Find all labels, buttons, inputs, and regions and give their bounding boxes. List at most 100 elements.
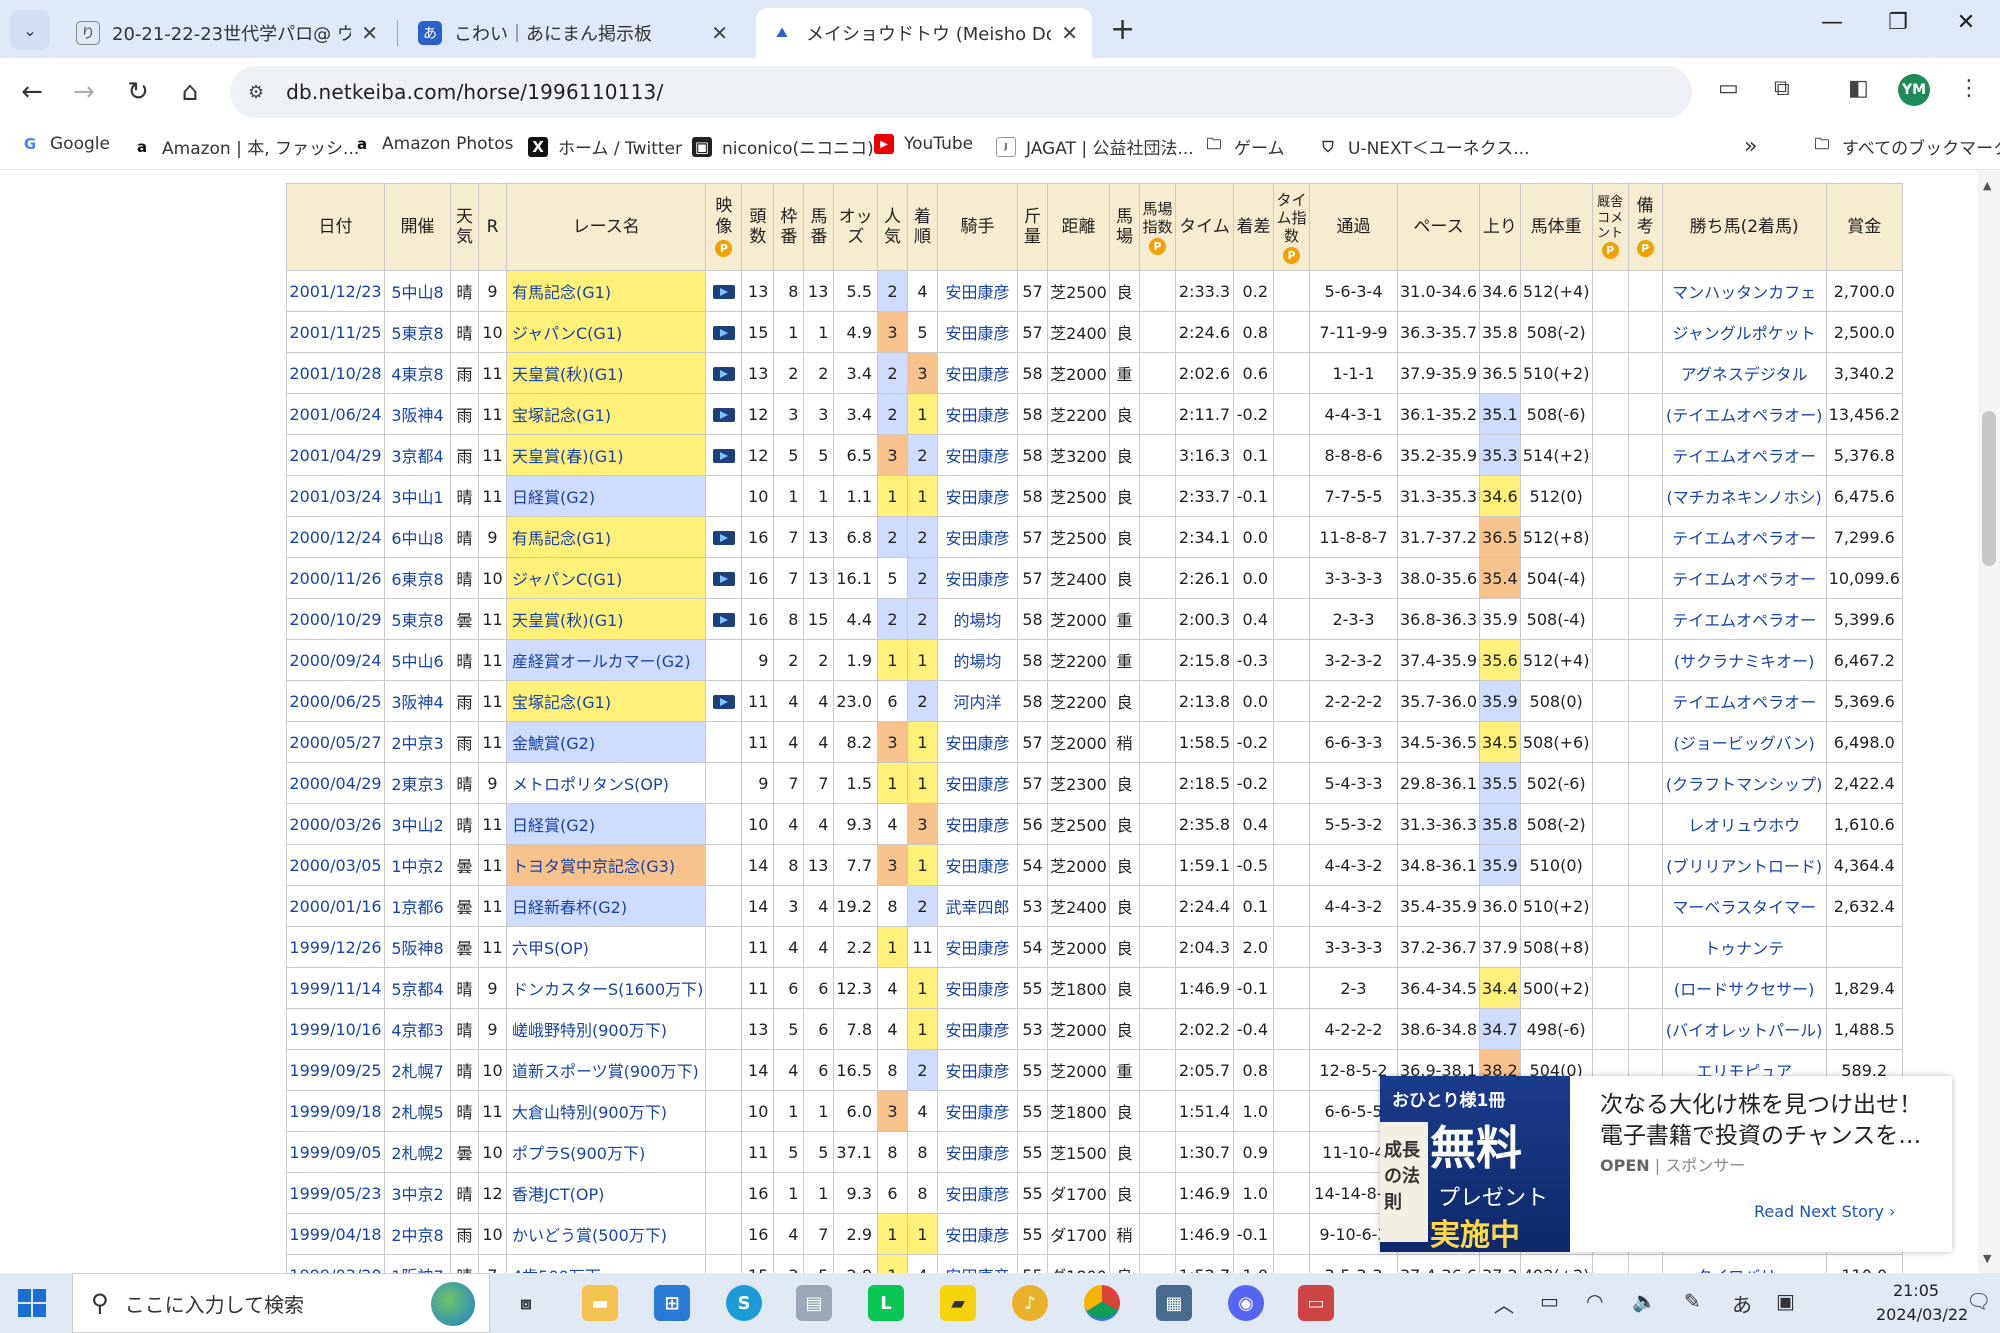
bookmark-amazon-photos[interactable]: a Amazon Photos — [352, 134, 514, 154]
cell-jockey[interactable]: 安田康彦 — [937, 1131, 1018, 1173]
cell-jockey[interactable]: 安田康彦 — [937, 1008, 1018, 1050]
video-icon[interactable] — [712, 285, 735, 299]
cell-jockey[interactable]: 安田康彦 — [937, 270, 1018, 312]
cell-date[interactable]: 2000/06/25 — [286, 680, 385, 722]
cell-race-name[interactable]: 金鯱賞(G2) — [505, 721, 707, 763]
bookmark-amazon[interactable]: a Amazon | 本, ファッシ... — [132, 134, 359, 160]
reload-button[interactable]: ↻ — [118, 72, 158, 112]
cell-jockey[interactable]: 安田康彦 — [937, 1213, 1018, 1255]
cell-race-name[interactable]: 宝塚記念(G1) — [505, 680, 707, 722]
cell-date[interactable]: 1999/10/16 — [286, 1008, 385, 1050]
cell-jockey[interactable]: 武幸四郎 — [937, 885, 1018, 927]
cell-venue[interactable]: 3京都4 — [384, 434, 451, 476]
video-icon[interactable] — [712, 449, 735, 463]
cell-winner[interactable]: マーベラスタイマー — [1661, 885, 1827, 927]
cell-winner[interactable]: (マチカネキンノホシ) — [1661, 475, 1827, 517]
tray-expand-icon[interactable]: ︿ — [1494, 1289, 1514, 1318]
cell-winner[interactable]: (ジョービッグバン) — [1661, 721, 1827, 763]
cell-jockey[interactable]: 安田康彦 — [937, 1090, 1018, 1132]
cell-jockey[interactable]: 安田康彦 — [937, 762, 1018, 804]
all-bookmarks-button[interactable]: 🗀 すべてのブックマーク — [1812, 134, 2000, 159]
back-button[interactable]: ← — [12, 72, 52, 112]
cell-date[interactable]: 1999/04/18 — [286, 1213, 385, 1255]
cell-venue[interactable]: 3中京2 — [384, 1172, 451, 1214]
taskbar-clock[interactable]: 21:05 2024/03/22 — [1876, 1279, 1968, 1327]
cell-winner[interactable]: (バイオレットパール) — [1661, 1008, 1827, 1050]
pen-icon[interactable]: ✎ — [1684, 1289, 1701, 1313]
taskbar-search-box[interactable]: ⚲ ここに入力して検索 — [72, 1273, 490, 1333]
header-venue[interactable]: 開催 — [384, 183, 451, 271]
cell-jockey[interactable]: 安田康彦 — [937, 803, 1018, 845]
cell-race-name[interactable]: 4歳500万下 — [505, 1254, 707, 1273]
menu-icon[interactable]: ⋮ — [1958, 76, 1980, 101]
calculator-icon[interactable]: ▦ — [1156, 1285, 1192, 1321]
cell-date[interactable]: 1999/09/25 — [286, 1049, 385, 1091]
video-icon[interactable] — [712, 408, 735, 422]
video-icon[interactable] — [712, 572, 735, 586]
cell-race-name[interactable]: 道新スポーツ賞(900万下) — [505, 1049, 707, 1091]
cell-venue[interactable]: 2札幌7 — [384, 1049, 451, 1091]
cell-date[interactable]: 2000/11/26 — [286, 557, 385, 599]
sticky-notes-icon[interactable]: ▰ — [940, 1285, 976, 1321]
cell-race-name[interactable]: 日経新春杯(G2) — [505, 885, 707, 927]
cell-venue[interactable]: 5中山6 — [384, 639, 451, 681]
video-icon[interactable] — [712, 531, 735, 545]
cell-jockey[interactable]: 河内洋 — [937, 680, 1018, 722]
tab-wiki[interactable]: り 20-21-22-23世代学パロ@ ウィキ ✕ — [62, 8, 392, 58]
cell-date[interactable]: 1999/11/14 — [286, 967, 385, 1009]
new-tab-button[interactable]: + — [1110, 12, 1135, 47]
side-panel-icon[interactable]: ◧ — [1848, 76, 1869, 101]
cell-race-name[interactable]: 日経賞(G2) — [505, 803, 707, 845]
sponsored-ad[interactable]: おひとり様1冊 成長の法則 無料 プレゼント 実施中 次なる大化け株を見つけ出せ… — [1380, 1076, 1952, 1252]
cell-race-name[interactable]: 天皇賞(春)(G1) — [505, 434, 707, 476]
chrome-icon[interactable] — [1084, 1285, 1120, 1321]
cell-venue[interactable]: 1阪神7 — [384, 1254, 451, 1273]
site-info-icon[interactable]: ⚙ — [248, 82, 264, 103]
cell-venue[interactable]: 3阪神4 — [384, 393, 451, 435]
cell-jockey[interactable]: 安田康彦 — [937, 967, 1018, 1009]
cell-date[interactable]: 2001/12/23 — [286, 270, 385, 312]
cell-venue[interactable]: 4京都3 — [384, 1008, 451, 1050]
close-window-button[interactable]: ✕ — [1946, 10, 1986, 35]
cell-date[interactable]: 2001/03/24 — [286, 475, 385, 517]
cell-race-name[interactable]: メトロポリタンS(OP) — [505, 762, 707, 804]
cell-race-name[interactable]: 産経賞オールカマー(G2) — [505, 639, 707, 681]
cell-venue[interactable]: 6中山8 — [384, 516, 451, 558]
cell-venue[interactable]: 3中山2 — [384, 803, 451, 845]
tab-netkeiba[interactable]: ⛰ メイショウドトウ (Meisho Doto) | 競 ✕ — [756, 8, 1092, 58]
cell-winner[interactable]: (テイエムオペラオー) — [1661, 393, 1827, 435]
page-scrollbar[interactable]: ▲ ▼ — [1978, 171, 2000, 1273]
header-date[interactable]: 日付 — [286, 183, 385, 271]
bookmark-twitter[interactable]: X ホーム / Twitter — [528, 134, 682, 159]
cell-jockey[interactable]: 安田康彦 — [937, 1172, 1018, 1214]
cell-jockey[interactable]: 安田康彦 — [937, 352, 1018, 394]
cell-race-name[interactable]: ポプラS(900万下) — [505, 1131, 707, 1173]
battery-icon[interactable]: ▭ — [1540, 1289, 1559, 1313]
cell-winner[interactable]: (ロードサクセサー) — [1661, 967, 1827, 1009]
cell-venue[interactable]: 2中京8 — [384, 1213, 451, 1255]
cell-jockey[interactable]: 的場均 — [937, 598, 1018, 640]
cell-date[interactable]: 2000/09/24 — [286, 639, 385, 681]
close-icon[interactable]: ✕ — [361, 21, 378, 45]
video-icon[interactable] — [712, 326, 735, 340]
cell-jockey[interactable]: 安田康彦 — [937, 844, 1018, 886]
cell-winner[interactable]: テイエムオペラオー — [1661, 434, 1827, 476]
scroll-up-icon[interactable]: ▲ — [1983, 179, 1991, 192]
cell-race-name[interactable]: 天皇賞(秋)(G1) — [505, 598, 707, 640]
video-icon[interactable] — [712, 613, 735, 627]
cell-race-name[interactable]: 日経賞(G2) — [505, 475, 707, 517]
bookmark-jagat[interactable]: J JAGAT | 公益社団法... — [996, 134, 1194, 159]
cell-winner[interactable]: テイエムオペラオー — [1661, 557, 1827, 599]
cell-venue[interactable]: 2札幌5 — [384, 1090, 451, 1132]
notifications-icon[interactable]: 🗨 — [1966, 1289, 1991, 1313]
cell-date[interactable]: 1999/09/05 — [286, 1131, 385, 1173]
cell-venue[interactable]: 2中京3 — [384, 721, 451, 763]
ime-mode-indicator[interactable]: あ — [1732, 1289, 1752, 1318]
network-drive-icon[interactable]: ▤ — [796, 1285, 832, 1321]
bookmark-unext[interactable]: ⛉ U-NEXT＜ユーネクス... — [1318, 134, 1529, 160]
cell-jockey[interactable]: 安田康彦 — [937, 926, 1018, 968]
extensions-icon[interactable]: ⧉ — [1774, 76, 1790, 101]
cell-date[interactable]: 2000/01/16 — [286, 885, 385, 927]
cell-date[interactable]: 2001/11/25 — [286, 311, 385, 353]
cell-race-name[interactable]: かいどう賞(500万下) — [505, 1213, 707, 1255]
